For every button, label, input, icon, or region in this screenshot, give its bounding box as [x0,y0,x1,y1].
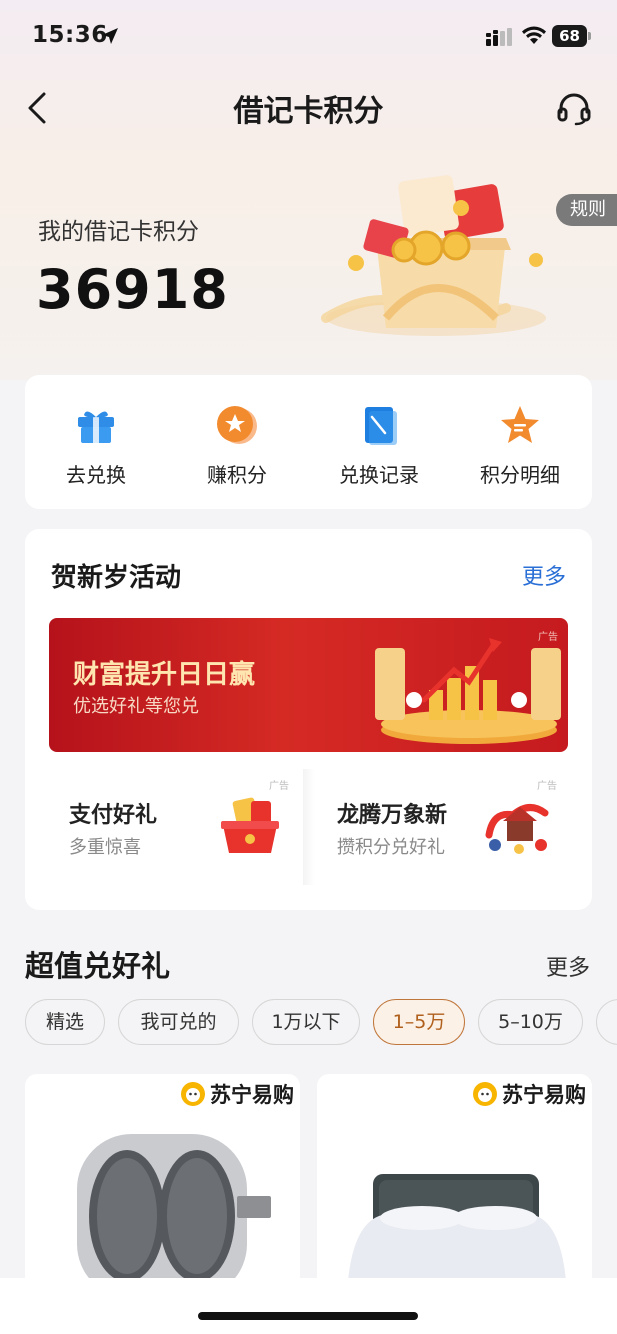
promo-description: 多重惊喜 [69,837,141,858]
gift-icon [78,411,114,443]
quick-item-label: 去兑换 [66,463,126,487]
quick-item-redeem[interactable]: 去兑换 [25,403,167,493]
ad-tag: 广告 [537,781,557,792]
cellular-signal-icon [486,28,512,46]
filter-chip-more[interactable] [596,999,617,1045]
quick-item-redeem-records[interactable]: 兑换记录 [308,403,450,493]
brand-tag: 苏宁易购 [180,1078,294,1110]
gift-filter-tabs: 精选 我可兑的 1万以下 1–5万 5–10万 [25,999,617,1047]
rules-button[interactable]: 规则 [556,194,617,226]
promo-title: 龙腾万象新 [337,803,448,828]
battery-level: 68 [552,25,587,47]
banner-title: 财富提升日日赢 [73,660,256,690]
quick-item-points-details[interactable]: 积分明细 [449,403,591,493]
location-arrow-icon [102,28,118,44]
wifi-icon [522,26,546,44]
dragon-festival-illustration [485,804,549,854]
suning-lion-logo-icon [181,1082,205,1106]
quick-item-earn-points[interactable]: 赚积分 [166,403,308,493]
quick-item-label: 兑换记录 [339,463,419,487]
status-bar: 15:36 68 [0,0,617,72]
product-card-bed[interactable]: 苏宁易购 [317,1074,592,1294]
points-label: 我的借记卡积分 [38,219,199,245]
filter-chip-redeemable[interactable]: 我可兑的 [118,999,239,1045]
promo-dragon-new-year[interactable]: 龙腾万象新 攒积分兑好礼 广告 [317,769,567,885]
promo-payment-gifts[interactable]: 支付好礼 多重惊喜 广告 [49,769,299,885]
battery-cap [588,32,591,40]
quick-menu-card: 去兑换 赚积分 兑换记录 积分明细 [25,375,592,509]
home-indicator [198,1312,418,1320]
activity-title: 贺新岁活动 [51,563,182,593]
filter-chip-50k-100k[interactable]: 5–10万 [478,999,583,1045]
gift-box-red-illustration [221,797,279,853]
product-card-massager[interactable]: 苏宁易购 [25,1074,300,1294]
filter-chip-featured[interactable]: 精选 [25,999,105,1045]
activity-more-link[interactable]: 更多 [522,559,566,591]
massager-image [77,1134,271,1294]
star-detail-icon [501,406,539,443]
promo-title: 支付好礼 [69,803,158,828]
promo-divider [303,769,315,885]
customer-service-headset-icon[interactable] [556,92,592,126]
bed-image [347,1174,567,1294]
gift-box-illustration [321,175,546,336]
festive-stage-illustration [375,638,561,744]
banner-subtitle: 优选好礼等您兑 [73,696,199,717]
coin-star-icon [217,406,257,444]
activity-banner[interactable]: 财富提升日日赢 优选好礼等您兑 广告 [49,618,568,752]
gifts-more-link[interactable]: 更多 [546,950,590,982]
battery-indicator: 68 [552,25,592,47]
page-title: 借记卡积分 [233,94,384,129]
promo-description: 攒积分兑好礼 [337,837,445,858]
bottom-safe-area [0,1278,617,1334]
quick-item-label: 赚积分 [207,463,267,487]
record-icon [365,407,397,445]
status-time: 15:36 [32,22,108,48]
suning-lion-logo-icon [473,1082,497,1106]
brand-name: 苏宁易购 [210,1083,294,1107]
ad-tag: 广告 [269,781,289,792]
gifts-section-title: 超值兑好礼 [25,949,171,983]
quick-item-label: 积分明细 [480,463,560,487]
brand-tag: 苏宁易购 [472,1078,586,1110]
points-value: 36918 [36,258,229,321]
filter-chip-10k-50k[interactable]: 1–5万 [373,999,465,1045]
new-year-activity-card: 贺新岁活动 更多 财富提升日日赢 优选好礼等您兑 广告 支付好礼 多重惊喜 广告 [25,529,592,910]
brand-name: 苏宁易购 [502,1083,586,1107]
filter-chip-under-10k[interactable]: 1万以下 [252,999,360,1045]
